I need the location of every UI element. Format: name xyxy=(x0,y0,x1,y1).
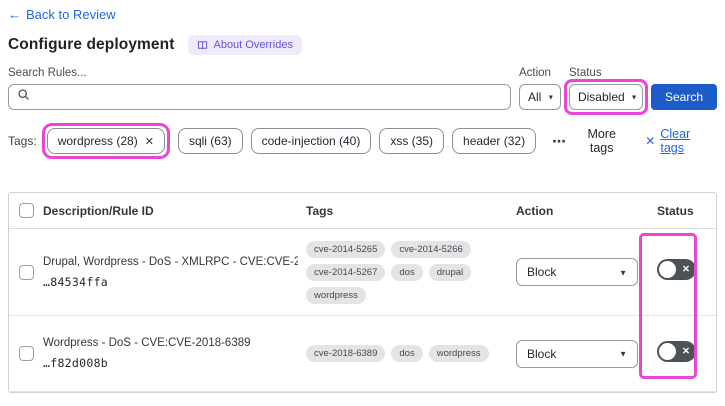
rule-tags: cve-2018-6389 dos wordpress xyxy=(306,335,506,372)
tag-chip: cve-2018-6389 xyxy=(306,345,386,362)
status-filter-dropdown[interactable]: Disabled ▼ xyxy=(568,84,643,110)
ellipsis-icon: ⋯ xyxy=(552,132,568,149)
more-tags-button[interactable]: ⋯ More tags xyxy=(552,127,629,155)
action-select[interactable]: Block ▼ xyxy=(516,339,638,368)
chevron-down-icon: ▼ xyxy=(619,349,627,359)
more-tags-label: More tags xyxy=(587,127,616,155)
clear-tags-icon: ✕ xyxy=(645,134,656,148)
rule-id: …84534ffa xyxy=(43,274,109,289)
status-toggle[interactable]: ✕ xyxy=(657,259,696,280)
selected-tag-highlight: wordpress (28) ✕ xyxy=(41,123,170,159)
status-toggle[interactable]: ✕ xyxy=(657,340,696,362)
rules-table: Description/Rule ID Tags Action Status D… xyxy=(8,192,717,393)
tag-pill-xss[interactable]: xss (35) xyxy=(379,128,445,154)
search-input-container[interactable] xyxy=(8,84,511,110)
action-filter-value: All xyxy=(527,90,542,104)
table-row: Drupal, Wordpress - DoS - XMLRPC - CVE:C… xyxy=(9,229,716,316)
configure-deployment-page: ← Back to Review Configure deployment Ab… xyxy=(0,0,725,406)
about-overrides-label: About Overrides xyxy=(213,39,293,51)
rule-description: Wordpress - DoS - CVE:CVE-2018-6389 xyxy=(43,337,251,349)
status-filter-highlight: Disabled ▼ xyxy=(563,79,648,115)
column-header-action: Action xyxy=(516,203,554,218)
rule-tags: cve-2014-5265 cve-2014-5266 cve-2014-526… xyxy=(306,231,506,314)
table-header-row: Description/Rule ID Tags Action Status xyxy=(9,193,716,229)
clear-tags-link[interactable]: ✕ Clear tags xyxy=(645,127,717,155)
tag-chip: cve-2014-5267 xyxy=(306,263,386,281)
action-filter-dropdown[interactable]: All ▼ xyxy=(518,84,561,110)
tag-chip: dos xyxy=(391,345,423,362)
toggle-x-icon: ✕ xyxy=(682,345,690,357)
toggle-knob xyxy=(659,261,676,278)
action-select[interactable]: Block ▼ xyxy=(516,258,638,286)
chevron-down-icon: ▼ xyxy=(619,268,627,277)
back-arrow-icon: ← xyxy=(8,7,21,22)
action-select-value: Block xyxy=(527,346,557,361)
toggle-x-icon: ✕ xyxy=(682,264,690,275)
tag-chip: cve-2014-5265 xyxy=(306,240,386,258)
select-all-checkbox[interactable] xyxy=(19,203,34,218)
row-checkbox[interactable] xyxy=(19,346,34,361)
action-select-value: Block xyxy=(527,265,557,279)
search-rules-label: Search Rules... xyxy=(8,67,87,79)
tags-filter-label: Tags: xyxy=(8,134,37,148)
filter-controls: Search Rules... Action All ▼ Status Disa… xyxy=(8,67,717,115)
tag-pill-sqli[interactable]: sqli (63) xyxy=(177,128,243,154)
row-checkbox[interactable] xyxy=(19,264,34,280)
tag-pill-label: wordpress (28) xyxy=(57,134,138,148)
title-row: Configure deployment About Overrides xyxy=(8,35,717,55)
table-row: Wordpress - DoS - CVE:CVE-2018-6389 …f82… xyxy=(9,316,716,392)
remove-tag-icon[interactable]: ✕ xyxy=(145,135,154,148)
tag-chip: wordpress xyxy=(306,286,366,304)
rule-id: …f82d008b xyxy=(43,356,109,370)
tag-pill-code-injection[interactable]: code-injection (40) xyxy=(250,128,372,154)
clear-tags-label: Clear tags xyxy=(660,127,691,155)
search-icon xyxy=(17,88,30,106)
tag-chip: wordpress xyxy=(428,345,489,362)
tags-filter-row: Tags: wordpress (28) ✕ sqli (63) code-in… xyxy=(8,123,717,159)
search-button[interactable]: Search xyxy=(650,84,717,110)
tag-chip: dos xyxy=(391,263,423,281)
rule-description: Drupal, Wordpress - DoS - XMLRPC - CVE:C… xyxy=(43,255,298,268)
tag-chip: drupal xyxy=(428,263,472,281)
status-filter-value: Disabled xyxy=(577,90,625,104)
back-link-label: Back to Review xyxy=(26,7,116,22)
about-overrides-badge[interactable]: About Overrides xyxy=(188,35,302,55)
column-header-tags: Tags xyxy=(306,203,334,218)
tag-pill-wordpress[interactable]: wordpress (28) ✕ xyxy=(46,128,165,154)
page-title: Configure deployment xyxy=(8,36,175,53)
book-icon xyxy=(197,40,208,51)
tag-chip: cve-2014-5266 xyxy=(391,240,471,258)
column-header-description: Description/Rule ID xyxy=(43,203,154,218)
back-to-review-link[interactable]: ← Back to Review xyxy=(8,7,116,22)
chevron-down-icon: ▼ xyxy=(630,94,638,101)
tag-pill-header[interactable]: header (32) xyxy=(452,128,537,154)
action-filter-label: Action xyxy=(518,67,551,79)
chevron-down-icon: ▼ xyxy=(547,94,555,101)
search-input[interactable] xyxy=(36,90,502,104)
status-filter-label: Status xyxy=(568,67,602,79)
toggle-knob xyxy=(659,342,676,360)
column-header-status: Status xyxy=(657,203,694,218)
